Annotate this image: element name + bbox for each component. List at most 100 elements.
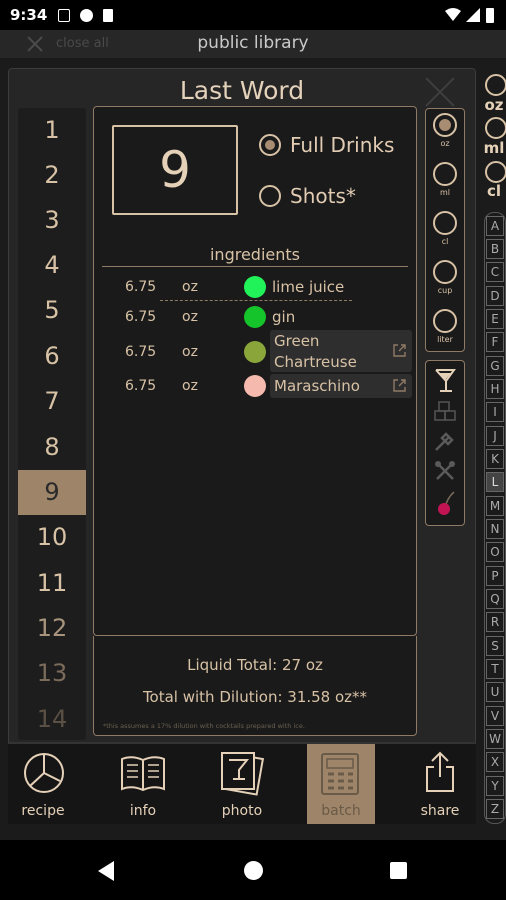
ingredient-name[interactable]: lime juice <box>272 277 344 298</box>
shots-radio[interactable] <box>259 185 281 207</box>
tab-batch-label[interactable]: batch <box>301 803 381 819</box>
side-unit-radio[interactable] <box>485 117 506 139</box>
full-drinks-label[interactable]: Full Drinks <box>290 133 394 157</box>
ingredient-amount: 6.75 <box>125 378 157 394</box>
external-link-icon[interactable] <box>392 378 407 393</box>
unit-label: cup <box>437 286 453 295</box>
unit-cup-radio[interactable] <box>433 260 457 284</box>
side-unit-label: oz <box>484 96 504 114</box>
serving-option[interactable]: 4 <box>18 243 86 288</box>
totals-panel <box>93 636 417 736</box>
ice-icon[interactable] <box>434 400 456 422</box>
serving-option[interactable]: 8 <box>18 425 86 470</box>
full-drinks-radio[interactable] <box>259 134 281 156</box>
serving-option[interactable]: 1 <box>18 108 86 153</box>
alphabet-letter[interactable]: Y <box>486 776 504 796</box>
glass-icon[interactable] <box>434 368 456 394</box>
alphabet-letter[interactable]: B <box>486 239 504 259</box>
alphabet-letter[interactable]: D <box>486 286 504 306</box>
side-unit-label: ml <box>483 139 505 157</box>
book-icon[interactable] <box>120 753 166 793</box>
side-unit-radio[interactable] <box>485 161 506 183</box>
external-link-icon[interactable] <box>392 343 407 358</box>
ingredient-name-line1[interactable]: Green <box>274 331 319 352</box>
serving-option[interactable]: 2 <box>18 153 86 198</box>
cherry-icon[interactable] <box>434 490 456 516</box>
row-divider <box>160 300 352 301</box>
ingredient-color-dot <box>244 306 266 328</box>
dilution-total: Total with Dilution: 31.58 oz** <box>142 688 368 706</box>
ingredient-name-line2[interactable]: Chartreuse <box>274 352 357 373</box>
alphabet-letter[interactable]: U <box>486 682 504 702</box>
battery-icon <box>486 8 494 23</box>
photo-icon[interactable] <box>219 750 265 796</box>
calculator-icon[interactable] <box>319 752 361 796</box>
serving-option[interactable]: 13 <box>18 651 86 696</box>
alphabet-letter-selected[interactable]: L <box>486 472 504 492</box>
side-unit-radio[interactable] <box>485 74 506 96</box>
close-icon[interactable] <box>424 76 456 108</box>
home-icon[interactable] <box>244 861 263 880</box>
alphabet-letter[interactable]: R <box>486 612 504 632</box>
recents-icon[interactable] <box>390 862 407 879</box>
alphabet-letter[interactable]: H <box>486 379 504 399</box>
unit-oz-radio[interactable] <box>433 113 457 137</box>
tab-photo-label[interactable]: photo <box>202 803 282 819</box>
shaker-icon[interactable] <box>434 430 456 452</box>
alphabet-letter[interactable]: K <box>486 449 504 469</box>
alphabet-letter[interactable]: I <box>486 402 504 422</box>
serving-option[interactable]: 10 <box>18 515 86 560</box>
unit-cl-radio[interactable] <box>433 211 457 235</box>
alphabet-letter[interactable]: V <box>486 706 504 726</box>
serving-option-selected[interactable]: 9 <box>18 470 86 515</box>
alphabet-letter[interactable]: J <box>486 426 504 446</box>
alphabet-letter[interactable]: C <box>486 262 504 282</box>
serving-option[interactable]: 3 <box>18 198 86 243</box>
alphabet-letter[interactable]: N <box>486 519 504 539</box>
serving-option[interactable]: 6 <box>18 334 86 379</box>
shots-label[interactable]: Shots* <box>290 184 356 208</box>
ingredient-amount: 6.75 <box>125 279 157 295</box>
serving-option[interactable]: 12 <box>18 606 86 651</box>
alphabet-letter[interactable]: W <box>486 729 504 749</box>
unit-label: liter <box>437 335 453 344</box>
unit-label: ml <box>439 188 450 197</box>
alphabet-letter[interactable]: S <box>486 636 504 656</box>
alphabet-letter[interactable]: O <box>486 542 504 562</box>
serving-option[interactable]: 14 <box>18 697 86 742</box>
pie-icon[interactable] <box>22 751 66 795</box>
liquid-total: Liquid Total: 27 oz <box>187 656 323 674</box>
ingredient-amount: 6.75 <box>125 309 157 325</box>
alphabet-letter[interactable]: E <box>486 309 504 329</box>
serving-option[interactable]: 7 <box>18 379 86 424</box>
ingredient-unit: oz <box>182 279 198 295</box>
ingredient-name[interactable]: gin <box>272 307 295 328</box>
unit-liter-radio[interactable] <box>433 309 457 333</box>
unit-ml-radio[interactable] <box>433 162 457 186</box>
tab-info-label[interactable]: info <box>103 803 183 819</box>
alphabet-letter[interactable]: T <box>486 659 504 679</box>
alphabet-letter[interactable]: M <box>486 496 504 516</box>
unit-label: oz <box>440 139 450 148</box>
bar-tools-icon[interactable] <box>434 460 456 482</box>
alphabet-letter[interactable]: A <box>486 216 504 236</box>
ingredient-name[interactable]: Maraschino <box>274 376 360 397</box>
sd-card-icon <box>103 9 113 22</box>
app-notification-icon <box>80 9 93 22</box>
share-icon[interactable] <box>424 751 456 793</box>
ingredient-color-dot <box>244 276 266 298</box>
alphabet-letter[interactable]: F <box>486 332 504 352</box>
tab-share-label[interactable]: share <box>400 803 480 819</box>
alphabet-letter[interactable]: X <box>486 752 504 772</box>
tab-recipe-label[interactable]: recipe <box>3 803 83 819</box>
ingredient-unit: oz <box>182 378 198 394</box>
serving-option[interactable]: 5 <box>18 288 86 333</box>
serving-option[interactable]: 11 <box>18 561 86 606</box>
alphabet-letter[interactable]: G <box>486 356 504 376</box>
alphabet-letter[interactable]: Q <box>486 589 504 609</box>
wifi-icon <box>445 8 461 21</box>
alphabet-letter[interactable]: Z <box>486 799 504 819</box>
alphabet-letter[interactable]: P <box>486 566 504 586</box>
back-icon[interactable] <box>96 860 116 882</box>
signal-icon <box>466 8 480 22</box>
